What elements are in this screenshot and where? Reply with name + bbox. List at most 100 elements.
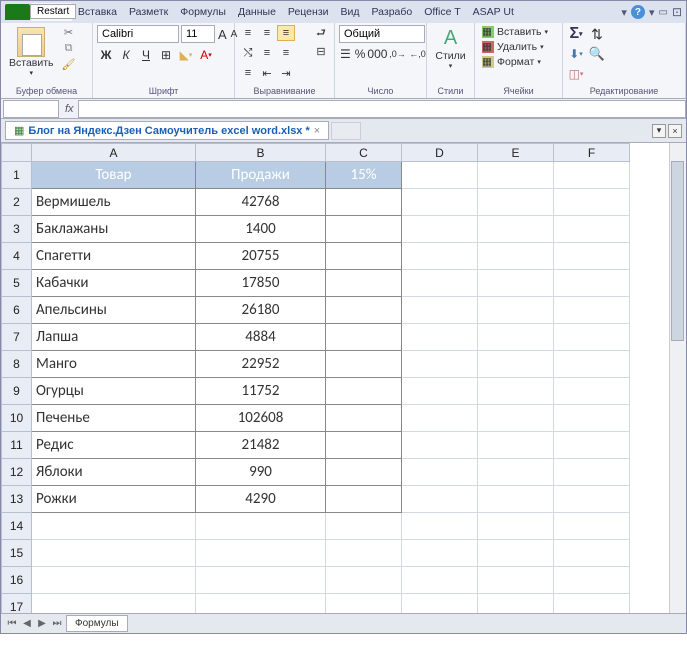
- row-header[interactable]: 7: [2, 324, 32, 351]
- cell[interactable]: Вермишель: [32, 189, 196, 216]
- row-header[interactable]: 1: [2, 162, 32, 189]
- cell[interactable]: [402, 270, 478, 297]
- cell[interactable]: [554, 594, 630, 614]
- prev-sheet-icon[interactable]: ◀: [20, 617, 34, 631]
- cell[interactable]: 22952: [196, 351, 326, 378]
- cell[interactable]: Кабачки: [32, 270, 196, 297]
- ribbon-tab[interactable]: Разметк: [123, 3, 174, 21]
- row-header[interactable]: 2: [2, 189, 32, 216]
- cell[interactable]: [478, 297, 554, 324]
- insert-cells-button[interactable]: ▦Вставить▾: [479, 25, 558, 39]
- row-header[interactable]: 8: [2, 351, 32, 378]
- cell[interactable]: [554, 351, 630, 378]
- customize-icon[interactable]: ▾: [621, 6, 627, 19]
- align-top-icon[interactable]: ≡: [239, 25, 257, 41]
- cut-icon[interactable]: ✂: [61, 25, 77, 39]
- cell[interactable]: 26180: [196, 297, 326, 324]
- cell[interactable]: [478, 243, 554, 270]
- cell[interactable]: [554, 297, 630, 324]
- row-header[interactable]: 16: [2, 567, 32, 594]
- thousands-icon[interactable]: 000: [368, 45, 386, 63]
- window-control-icon[interactable]: ⊡: [672, 5, 682, 19]
- cell[interactable]: [326, 189, 402, 216]
- help-icon[interactable]: ?: [631, 5, 645, 19]
- ribbon-tab[interactable]: Формулы: [174, 3, 232, 21]
- cell[interactable]: [402, 324, 478, 351]
- cell[interactable]: [32, 567, 196, 594]
- cell[interactable]: [326, 432, 402, 459]
- row-header[interactable]: 15: [2, 540, 32, 567]
- cell[interactable]: [32, 540, 196, 567]
- cell[interactable]: Апельсины: [32, 297, 196, 324]
- autosum-button[interactable]: Σ▾: [567, 25, 585, 43]
- copy-icon[interactable]: ⧉: [61, 41, 77, 55]
- cell[interactable]: [402, 351, 478, 378]
- cell[interactable]: [478, 459, 554, 486]
- cell[interactable]: [196, 540, 326, 567]
- cell[interactable]: [478, 351, 554, 378]
- cell[interactable]: 990: [196, 459, 326, 486]
- row-header[interactable]: 5: [2, 270, 32, 297]
- drop-icon[interactable]: ▾: [649, 6, 655, 19]
- col-header[interactable]: D: [402, 144, 478, 162]
- align-bottom-icon[interactable]: ≡: [277, 25, 295, 41]
- currency-icon[interactable]: ☰: [339, 45, 352, 63]
- cell[interactable]: [478, 567, 554, 594]
- formula-input[interactable]: [78, 100, 686, 118]
- cell[interactable]: [326, 297, 402, 324]
- cell[interactable]: [554, 162, 630, 189]
- cell[interactable]: 4290: [196, 486, 326, 513]
- spreadsheet-grid[interactable]: ABCDEF1ТоварПродажи15%2Вермишель427683Ба…: [1, 143, 686, 613]
- cell[interactable]: Продажи: [196, 162, 326, 189]
- sort-filter-button[interactable]: ⇅: [588, 25, 606, 43]
- tab-list-icon[interactable]: ▾: [652, 124, 666, 138]
- cell[interactable]: [554, 216, 630, 243]
- close-icon[interactable]: ×: [314, 125, 320, 137]
- cell[interactable]: 17850: [196, 270, 326, 297]
- cell[interactable]: [402, 567, 478, 594]
- cell[interactable]: [554, 405, 630, 432]
- cell[interactable]: [402, 297, 478, 324]
- cell[interactable]: [402, 486, 478, 513]
- wrap-text-button[interactable]: ⮐: [312, 25, 330, 41]
- cell[interactable]: 1400: [196, 216, 326, 243]
- cell[interactable]: [326, 351, 402, 378]
- ribbon-tab[interactable]: Рецензи: [282, 3, 335, 21]
- cell[interactable]: 21482: [196, 432, 326, 459]
- cell[interactable]: [326, 459, 402, 486]
- bold-button[interactable]: Ж: [97, 46, 115, 64]
- cell[interactable]: 102608: [196, 405, 326, 432]
- cell[interactable]: [326, 540, 402, 567]
- cell[interactable]: [554, 378, 630, 405]
- cell[interactable]: [402, 540, 478, 567]
- cell[interactable]: 4884: [196, 324, 326, 351]
- last-sheet-icon[interactable]: ⏭: [50, 617, 64, 631]
- row-header[interactable]: 14: [2, 513, 32, 540]
- grow-font-icon[interactable]: A: [217, 25, 228, 43]
- cell[interactable]: [402, 378, 478, 405]
- row-header[interactable]: 3: [2, 216, 32, 243]
- cell[interactable]: [196, 594, 326, 614]
- cell[interactable]: [478, 540, 554, 567]
- name-box[interactable]: [3, 100, 59, 118]
- indent-dec-icon[interactable]: ⇤: [258, 65, 276, 81]
- sheet-tab[interactable]: Формулы: [66, 615, 128, 632]
- row-header[interactable]: 13: [2, 486, 32, 513]
- cell[interactable]: [402, 216, 478, 243]
- cell[interactable]: [402, 243, 478, 270]
- cell[interactable]: [326, 270, 402, 297]
- cell[interactable]: [554, 324, 630, 351]
- next-sheet-icon[interactable]: ▶: [35, 617, 49, 631]
- fx-icon[interactable]: fx: [61, 103, 78, 115]
- cell[interactable]: [326, 216, 402, 243]
- cell[interactable]: [478, 162, 554, 189]
- cell[interactable]: [402, 513, 478, 540]
- row-header[interactable]: 10: [2, 405, 32, 432]
- cell[interactable]: [402, 432, 478, 459]
- fill-color-button[interactable]: ◣▾: [177, 46, 195, 64]
- align-left-icon[interactable]: ≡: [258, 45, 276, 61]
- cell[interactable]: Товар: [32, 162, 196, 189]
- col-header[interactable]: A: [32, 144, 196, 162]
- cell[interactable]: [32, 594, 196, 614]
- cell[interactable]: [478, 594, 554, 614]
